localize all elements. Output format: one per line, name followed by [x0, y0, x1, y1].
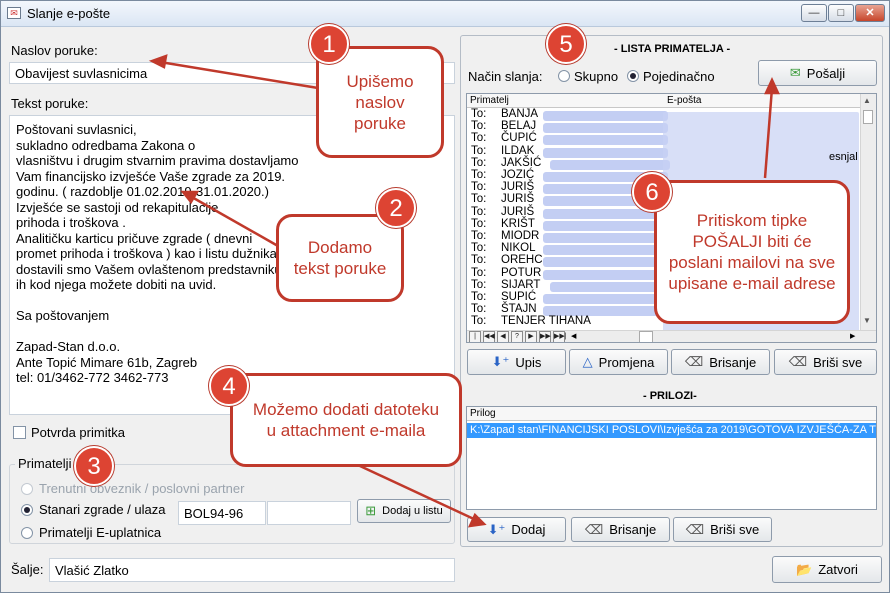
arrow-2-head [180, 190, 200, 205]
callout-2: Dodamo tekst poruke [276, 214, 404, 302]
callout-6: Pritiskom tipke POŠALJI biti će poslani … [654, 180, 850, 324]
callout-4: Možemo dodati datoteku u attachment e-ma… [230, 373, 462, 467]
callout-1-text: Upišemo naslov poruke [346, 71, 414, 133]
badge-4: 4 [209, 366, 249, 406]
arrow-2 [189, 194, 279, 248]
callout-2-text: Dodamo tekst poruke [293, 238, 387, 278]
badge-6: 6 [632, 172, 672, 212]
badge-3: 3 [74, 446, 114, 486]
badge-5: 5 [546, 24, 586, 64]
arrow-1 [159, 60, 319, 90]
arrow-4-head [467, 512, 487, 528]
callout-4-text: Možemo dodati datoteku u attachment e-ma… [252, 400, 440, 440]
badge-2: 2 [376, 188, 416, 228]
arrow-6 [763, 87, 774, 179]
badge-1: 1 [309, 24, 349, 64]
callout-6-text: Pritiskom tipke POŠALJI biti će poslani … [668, 211, 836, 293]
arrow-1-head [148, 54, 168, 69]
arrow-6-head [764, 77, 780, 95]
